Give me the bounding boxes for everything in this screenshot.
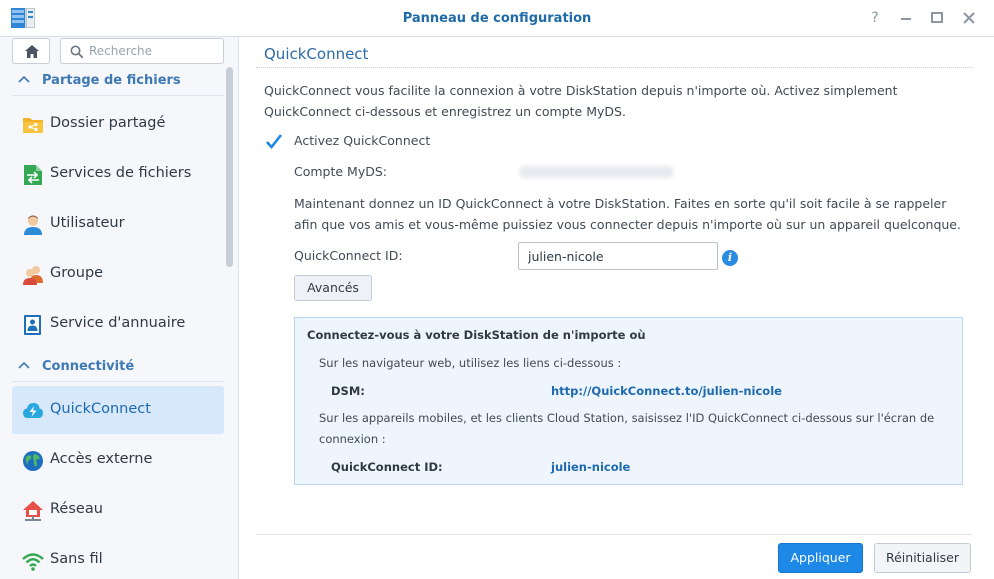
section-label: Connectivité	[42, 359, 135, 374]
window-title: Panneau de configuration	[402, 11, 592, 26]
footer-divider	[256, 534, 972, 535]
chevron-up-icon	[18, 75, 30, 83]
title-divider	[256, 67, 972, 68]
connection-info-box: Connectez-vous à votre DiskStation de n'…	[294, 317, 963, 485]
info-icon[interactable]: i	[722, 250, 738, 266]
sidebar-item-wireless[interactable]: Sans fil	[12, 536, 224, 579]
apply-button[interactable]: Appliquer	[778, 543, 863, 573]
chevron-up-icon	[18, 361, 30, 369]
home-icon	[25, 45, 39, 58]
dsm-link[interactable]: http://QuickConnect.to/julien-nicole	[551, 384, 782, 398]
sidebar-scrollbar[interactable]	[226, 67, 233, 267]
section-file-sharing[interactable]: Partage de fichiers	[12, 67, 224, 96]
search-box[interactable]	[60, 38, 224, 64]
sidebar-item-user[interactable]: Utilisateur	[12, 200, 224, 248]
search-input[interactable]	[89, 42, 217, 60]
myds-account-value-redacted	[519, 166, 674, 178]
section-connectivity[interactable]: Connectivité	[12, 353, 224, 382]
enable-quickconnect-checkbox[interactable]	[265, 133, 283, 150]
sidebar-item-external-access[interactable]: Accès externe	[12, 436, 224, 484]
info-box-title: Connectez-vous à votre DiskStation de n'…	[307, 328, 646, 342]
sidebar-item-group[interactable]: Groupe	[12, 250, 224, 298]
sidebar-item-label: Groupe	[50, 265, 104, 281]
sidebar-item-quickconnect[interactable]: QuickConnect	[12, 386, 224, 434]
info-quickconnect-id-value: julien-nicole	[551, 460, 631, 474]
main-panel: QuickConnect QuickConnect vous facilite …	[239, 37, 994, 579]
sidebar-item-label: Utilisateur	[50, 215, 125, 231]
sidebar-item-label: Services de fichiers	[50, 165, 192, 181]
directory-service-icon	[22, 314, 44, 336]
reset-button[interactable]: Réinitialiser	[874, 543, 971, 573]
page-title: QuickConnect	[264, 45, 369, 63]
help-icon[interactable]: ?	[866, 9, 884, 27]
maximize-icon[interactable]	[928, 9, 946, 27]
quickconnect-id-instruction: Maintenant donnez un ID QuickConnect à v…	[294, 196, 961, 232]
shared-folder-icon	[22, 114, 44, 136]
advanced-button[interactable]: Avancés	[294, 275, 372, 301]
sidebar-item-label: Service d'annuaire	[50, 315, 186, 331]
title-bar: Panneau de configuration ?	[0, 0, 994, 37]
sidebar-item-label: QuickConnect	[50, 401, 151, 417]
quickconnect-id-label: QuickConnect ID:	[294, 248, 403, 263]
quickconnect-icon	[22, 400, 44, 422]
minimize-icon[interactable]	[897, 9, 915, 27]
sidebar-item-label: Réseau	[50, 501, 103, 517]
external-access-icon	[22, 450, 44, 472]
search-icon	[70, 45, 84, 59]
section-label: Partage de fichiers	[42, 73, 181, 88]
sidebar-item-network[interactable]: Réseau	[12, 486, 224, 534]
group-icon	[22, 264, 44, 286]
sidebar-item-label: Sans fil	[50, 551, 103, 567]
sidebar-item-label: Accès externe	[50, 451, 153, 467]
dsm-label: DSM:	[331, 384, 365, 398]
quickconnect-id-input[interactable]	[518, 242, 718, 270]
sidebar: Partage de fichiers Dossier partagé Serv…	[0, 37, 239, 579]
wireless-icon	[22, 550, 44, 572]
sidebar-item-label: Dossier partagé	[50, 115, 166, 131]
mobile-clients-text: Sur les appareils mobiles, et les client…	[319, 411, 935, 446]
sidebar-item-directory-service[interactable]: Service d'annuaire	[12, 300, 224, 348]
sidebar-item-shared-folder[interactable]: Dossier partagé	[12, 100, 224, 148]
quickconnect-description: QuickConnect vous facilite la connexion …	[264, 83, 898, 119]
checkmark-icon	[266, 134, 283, 150]
close-icon[interactable]	[960, 9, 978, 27]
file-services-icon	[22, 164, 44, 186]
myds-account-label: Compte MyDS:	[294, 164, 388, 179]
info-quickconnect-id-label: QuickConnect ID:	[331, 460, 443, 474]
network-icon	[22, 500, 44, 522]
user-icon	[22, 214, 44, 236]
enable-quickconnect-label[interactable]: Activez QuickConnect	[294, 133, 430, 148]
web-browser-text: Sur les navigateur web, utilisez les lie…	[319, 356, 622, 370]
sidebar-item-file-services[interactable]: Services de fichiers	[12, 150, 224, 198]
home-button[interactable]	[12, 38, 50, 64]
